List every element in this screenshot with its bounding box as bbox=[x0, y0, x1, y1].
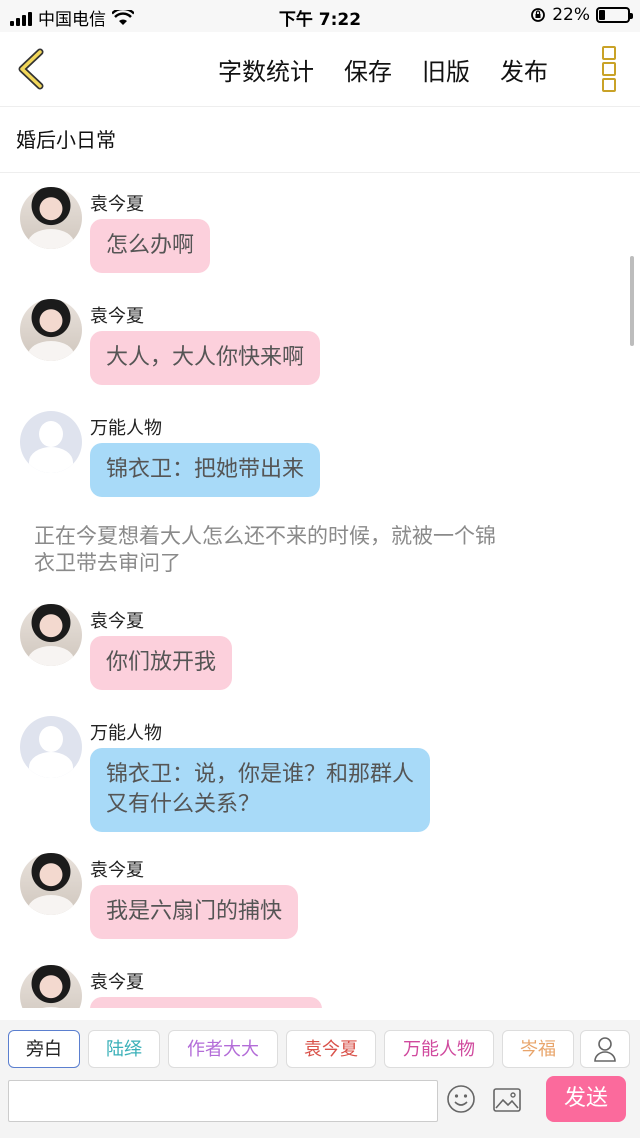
back-button[interactable] bbox=[10, 46, 50, 92]
message-bubble[interactable]: 我是六扇门的捕快 bbox=[90, 885, 299, 939]
role-selector-bar: 旁白 陆绎 作者大大 袁今夏 万能人物 岑福 bbox=[0, 1020, 640, 1076]
narration-line: 正在今夏想着大人怎么还不来的时候，就被一个锦 bbox=[34, 524, 496, 548]
avatar bbox=[20, 604, 82, 666]
speaker-name: 袁今夏 bbox=[90, 194, 144, 215]
chat-message: 袁今夏 怎么办啊 bbox=[20, 187, 620, 287]
chat-message: 袁今夏 bbox=[20, 965, 620, 1008]
status-right: 22% bbox=[530, 5, 633, 25]
user-icon bbox=[594, 1037, 616, 1062]
narration-line: 衣卫带去审问了 bbox=[34, 551, 181, 575]
old-version-button[interactable]: 旧版 bbox=[422, 52, 470, 87]
role-cen-fu[interactable]: 岑福 bbox=[502, 1030, 574, 1068]
role-label: 岑福 bbox=[520, 1039, 556, 1060]
message-bubble[interactable]: 大人，大人你快来啊 bbox=[90, 331, 321, 385]
image-button[interactable] bbox=[492, 1086, 522, 1114]
speaker-name: 袁今夏 bbox=[90, 611, 144, 632]
bubble-line: 又有什么关系？ bbox=[106, 792, 261, 817]
image-icon bbox=[493, 1088, 521, 1112]
chat-message: 万能人物 锦衣卫：说，你是谁？和那群人 又有什么关系？ bbox=[20, 716, 620, 836]
bubble-line: 锦衣卫：说，你是谁？和那群人 bbox=[106, 762, 415, 787]
emoji-icon bbox=[447, 1085, 475, 1113]
page-title: 婚后小日常 bbox=[16, 128, 116, 152]
message-bubble[interactable]: 锦衣卫：说，你是谁？和那群人 又有什么关系？ bbox=[90, 748, 431, 832]
speaker-name: 万能人物 bbox=[90, 723, 162, 744]
role-universal[interactable]: 万能人物 bbox=[384, 1030, 494, 1068]
battery-percent: 22% bbox=[552, 5, 590, 25]
chat-message: 袁今夏 大人，大人你快来啊 bbox=[20, 299, 620, 399]
more-vertical-icon[interactable] bbox=[602, 46, 618, 92]
message-input[interactable] bbox=[8, 1080, 438, 1122]
avatar bbox=[20, 965, 82, 1008]
speaker-name: 袁今夏 bbox=[90, 972, 144, 993]
send-button[interactable]: 发送 bbox=[546, 1076, 626, 1122]
role-narrator[interactable]: 旁白 bbox=[8, 1030, 80, 1068]
chat-area[interactable]: 袁今夏 怎么办啊 袁今夏 大人，大人你快来啊 万能人物 锦衣卫：把她带出来 正在… bbox=[0, 173, 640, 1008]
role-label: 袁今夏 bbox=[304, 1039, 358, 1060]
role-label: 陆绎 bbox=[106, 1039, 142, 1060]
chat-message: 万能人物 锦衣卫：把她带出来 bbox=[20, 411, 620, 511]
speaker-name: 袁今夏 bbox=[90, 860, 144, 881]
role-label: 旁白 bbox=[26, 1039, 62, 1060]
message-bubble[interactable]: 怎么办啊 bbox=[90, 219, 211, 273]
emoji-button[interactable] bbox=[446, 1084, 476, 1114]
chevron-left-icon bbox=[18, 48, 44, 90]
narration-text[interactable]: 正在今夏想着大人怎么还不来的时候，就被一个锦 衣卫带去审问了 bbox=[34, 523, 594, 577]
message-bubble[interactable] bbox=[90, 997, 322, 1008]
chat-message: 袁今夏 你们放开我 bbox=[20, 604, 620, 704]
message-bubble[interactable]: 你们放开我 bbox=[90, 636, 233, 690]
input-bar: 发送 bbox=[0, 1076, 640, 1138]
avatar bbox=[20, 853, 82, 915]
orientation-lock-icon bbox=[531, 8, 546, 22]
avatar bbox=[20, 411, 82, 473]
publish-button[interactable]: 发布 bbox=[500, 52, 548, 87]
battery-fill bbox=[599, 10, 605, 20]
avatar bbox=[20, 187, 82, 249]
nav-actions: 字数统计 保存 旧版 发布 bbox=[218, 52, 548, 87]
scrollbar[interactable] bbox=[630, 256, 634, 346]
message-bubble[interactable]: 锦衣卫：把她带出来 bbox=[90, 443, 321, 497]
role-label: 作者大大 bbox=[187, 1039, 259, 1060]
speaker-name: 万能人物 bbox=[90, 418, 162, 439]
add-character-button[interactable] bbox=[580, 1030, 630, 1068]
speaker-name: 袁今夏 bbox=[90, 306, 144, 327]
role-lu-yi[interactable]: 陆绎 bbox=[88, 1030, 160, 1068]
role-label: 万能人物 bbox=[403, 1039, 475, 1060]
avatar bbox=[20, 716, 82, 778]
role-yuan-jinxia[interactable]: 袁今夏 bbox=[286, 1030, 376, 1068]
top-nav-bar: 字数统计 保存 旧版 发布 bbox=[0, 32, 640, 107]
word-count-button[interactable]: 字数统计 bbox=[218, 52, 314, 87]
save-button[interactable]: 保存 bbox=[344, 52, 392, 87]
status-bar: 中国电信 下午 7:22 22% bbox=[0, 0, 640, 32]
role-author[interactable]: 作者大大 bbox=[168, 1030, 278, 1068]
avatar bbox=[20, 299, 82, 361]
battery-icon bbox=[596, 7, 633, 23]
chat-message: 袁今夏 我是六扇门的捕快 bbox=[20, 853, 620, 953]
